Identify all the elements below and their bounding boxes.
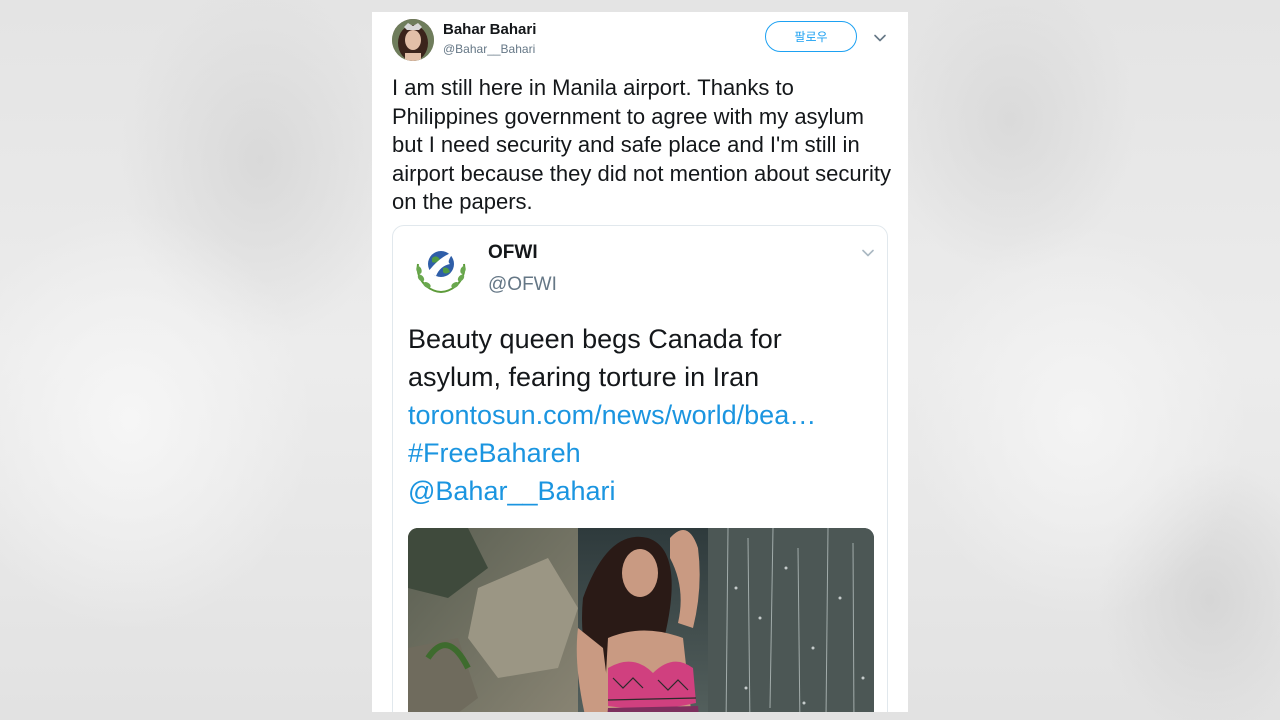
quoted-author-handle[interactable]: @OFWI (488, 274, 557, 296)
tweet-card: Bahar Bahari @Bahar__Bahari 팔로우 I am sti… (372, 12, 908, 712)
quoted-headline: Beauty queen begs Canada for asylum, fea… (408, 324, 782, 392)
article-link[interactable]: torontosun.com/news/world/bea… (408, 400, 816, 430)
chevron-down-icon[interactable] (860, 245, 876, 261)
quoted-tweet-photo[interactable] (408, 528, 874, 712)
author-handle[interactable]: @Bahar__Bahari (443, 42, 535, 56)
avatar[interactable] (392, 19, 434, 61)
hashtag-link[interactable]: #FreeBahareh (408, 438, 581, 468)
quoted-tweet-text: Beauty queen begs Canada for asylum, fea… (408, 320, 878, 510)
quoted-author-name[interactable]: OFWI (488, 242, 538, 264)
author-name[interactable]: Bahar Bahari (443, 21, 536, 38)
chevron-down-icon[interactable] (872, 30, 888, 46)
tweet-text: I am still here in Manila airport. Thank… (392, 75, 891, 214)
follow-button[interactable]: 팔로우 (765, 21, 857, 52)
dove-globe-laurel-logo (410, 242, 472, 296)
quoted-tweet[interactable]: OFWI @OFWI Beauty queen begs Canada for … (392, 225, 888, 712)
mention-link[interactable]: @Bahar__Bahari (408, 476, 616, 506)
